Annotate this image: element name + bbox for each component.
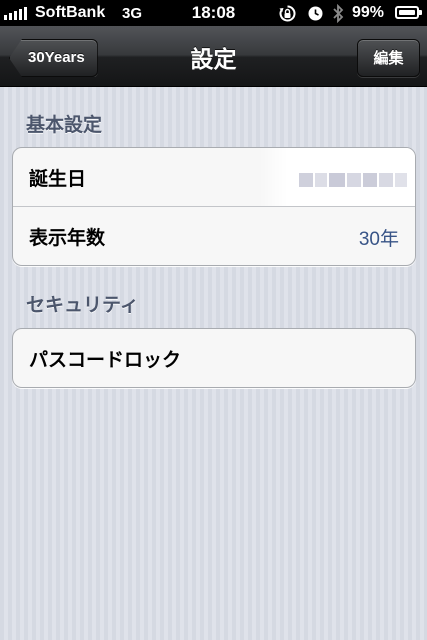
display-years-row[interactable]: 表示年数 30年: [13, 206, 415, 265]
section-header-security: セキュリティ: [26, 294, 139, 316]
display-years-value: 30年: [358, 229, 399, 250]
rotation-lock-icon: [279, 5, 296, 22]
section-header-basic-settings: 基本設定: [26, 114, 103, 136]
birthday-label: 誕生日: [29, 168, 87, 190]
birthday-row[interactable]: 誕生日: [13, 148, 415, 206]
passcode-lock-label: パスコードロック: [29, 349, 182, 371]
alarm-icon: [308, 6, 323, 21]
passcode-lock-row[interactable]: パスコードロック: [13, 329, 415, 387]
status-bar: SoftBank 3G 18:08 99%: [0, 0, 427, 26]
bluetooth-icon: [333, 4, 344, 23]
birthday-value-blurred: [259, 148, 415, 206]
battery-icon: [395, 6, 422, 19]
security-group: パスコードロック: [12, 328, 416, 388]
navigation-bar: 30Years 設定 編集: [0, 26, 427, 87]
basic-settings-group: 誕生日 表示年数 30年: [12, 147, 416, 266]
display-years-label: 表示年数: [29, 227, 106, 249]
edit-button[interactable]: 編集: [357, 39, 420, 77]
battery-percent: 99%: [352, 4, 385, 21]
